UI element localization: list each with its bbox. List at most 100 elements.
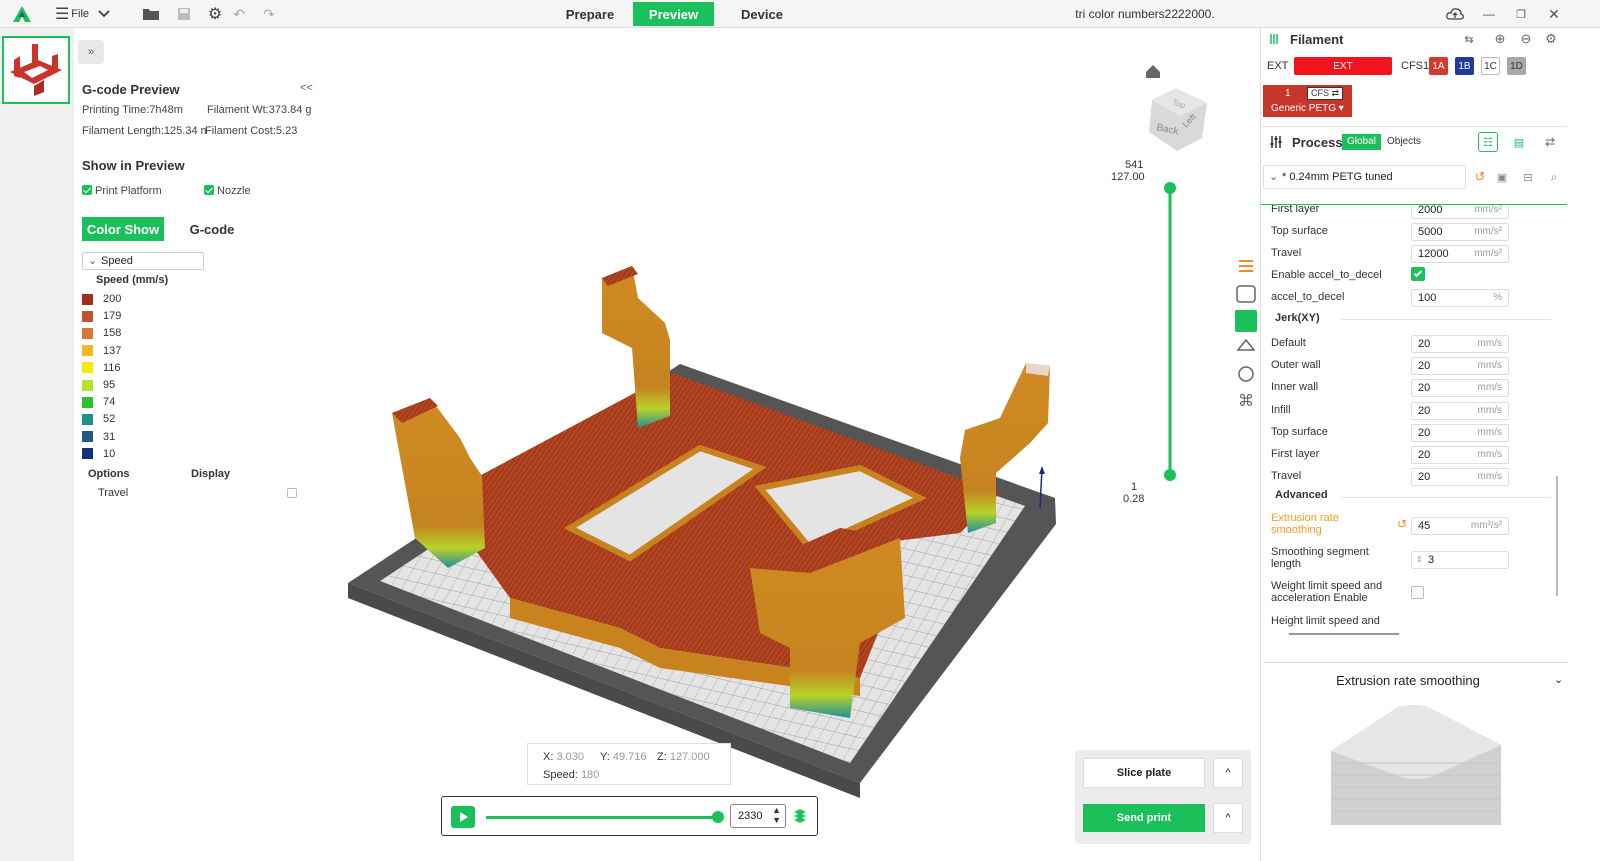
move-slider-handle[interactable] <box>712 811 724 823</box>
home-view-icon[interactable] <box>1146 65 1160 78</box>
horizontal-scrollbar[interactable] <box>1289 633 1399 635</box>
3d-preview-viewport[interactable]: 541 127.00 1 0.28 Back Left Top ⌘ <box>320 28 1260 861</box>
save-icon[interactable] <box>173 0 195 28</box>
accel-to-decel-input[interactable]: 100% <box>1411 289 1509 307</box>
slice-options-button[interactable]: ^ <box>1213 758 1243 788</box>
advanced-toggle-icon[interactable]: ☷ <box>1478 132 1498 152</box>
restore-icon[interactable]: ❐ <box>1510 0 1532 28</box>
delete-profile-icon[interactable]: ⊟ <box>1519 168 1537 186</box>
process-settings-list[interactable]: First layer 2000 mm/s² Top surface 5000 mm… <box>1261 204 1567 674</box>
jerk-setting-input[interactable]: 20 mm/s <box>1411 423 1509 442</box>
weight-limit-checkbox[interactable] <box>1411 586 1424 599</box>
tool-active-icon[interactable] <box>1235 310 1257 332</box>
add-filament-icon[interactable]: ⊕ <box>1491 31 1509 47</box>
plate-thumbnail[interactable] <box>2 36 70 104</box>
spinner-arrows-icon[interactable]: ▲ ▼ <box>772 805 781 825</box>
filament-slot-card[interactable]: 1 CFS ⇄ Generic PETG ▾ <box>1263 85 1352 117</box>
tool-assembly-icon[interactable]: ⌘ <box>1238 391 1254 410</box>
collapse-panel-button[interactable]: << <box>300 82 313 94</box>
cfs-slot-1b[interactable]: 1B <box>1455 57 1474 75</box>
swap-icon[interactable]: ⇄ <box>1541 134 1559 150</box>
ers-label-line2: smoothing <box>1271 524 1322 536</box>
tab-prepare[interactable]: Prepare <box>550 2 630 26</box>
ers-input[interactable]: 45 mm³/s² <box>1411 517 1509 535</box>
spinner-icon[interactable]: ⇕ <box>1416 552 1423 568</box>
jerk-setting-label: Infill <box>1271 403 1291 416</box>
setting-input[interactable]: 2000 mm/s² <box>1411 205 1509 219</box>
jerk-setting-input[interactable]: 20 mm/s <box>1411 446 1509 464</box>
cfs-label: CFS1 <box>1401 60 1430 72</box>
process-profile-select[interactable]: ⌄ * 0.24mm PETG tuned <box>1263 165 1466 189</box>
filament-settings-icon[interactable]: ⚙ <box>1542 31 1560 47</box>
gcode-tab[interactable]: G-code <box>182 217 242 241</box>
jerk-setting-label: Outer wall <box>1271 359 1321 372</box>
jerk-setting-input[interactable]: 20 mm/s <box>1411 468 1509 487</box>
move-number-field[interactable]: 2330 ▲ ▼ <box>730 804 786 828</box>
travel-display-checkbox[interactable] <box>287 488 297 498</box>
tab-device[interactable]: Device <box>722 2 802 26</box>
cloud-upload-icon[interactable] <box>1444 0 1466 28</box>
redo-icon[interactable]: ↷ <box>258 0 280 28</box>
smoothing-illustration <box>1331 705 1501 825</box>
save-profile-icon[interactable]: ▣ <box>1493 168 1511 186</box>
setting-value: 20 <box>1418 382 1431 395</box>
tool-grid-icon[interactable] <box>1236 285 1256 303</box>
setting-input[interactable]: 5000 mm/s² <box>1411 223 1509 241</box>
close-icon[interactable]: ✕ <box>1543 0 1565 28</box>
nozzle-checkbox[interactable]: Nozzle <box>204 185 251 197</box>
compare-icon[interactable]: ▤ <box>1510 134 1528 150</box>
jerk-setting-label: Default <box>1271 337 1306 349</box>
legend-value: 31 <box>103 430 116 443</box>
slice-plate-button[interactable]: Slice plate <box>1083 758 1205 788</box>
setting-value: 12000 <box>1418 248 1449 260</box>
setting-unit: mm/s <box>1477 426 1502 438</box>
chevron-down-icon[interactable] <box>94 0 114 28</box>
cfs-slot-1c[interactable]: 1C <box>1481 57 1500 75</box>
print-platform-checkbox[interactable]: Print Platform <box>82 185 162 197</box>
remove-filament-icon[interactable]: ⊖ <box>1517 31 1535 47</box>
layer-slider-top-handle[interactable] <box>1164 182 1176 194</box>
cfs-slot-1a[interactable]: 1A <box>1429 57 1448 75</box>
jerk-setting-input[interactable]: 20 mm/s <box>1411 357 1509 376</box>
global-tab[interactable]: Global <box>1342 134 1381 150</box>
hamburger-icon: ☰ <box>54 6 70 23</box>
jerk-setting-input[interactable]: 20 mm/s <box>1411 335 1509 353</box>
help-preview-card: Extrusion rate smoothing ⌄ <box>1263 662 1568 861</box>
open-folder-icon[interactable] <box>140 0 162 28</box>
play-button[interactable] <box>451 806 475 828</box>
send-options-button[interactable]: ^ <box>1213 803 1243 833</box>
filament-sync-icon[interactable]: ⇆ <box>1460 31 1478 47</box>
smoothing-segment-input[interactable]: ⇕ 3 <box>1411 551 1509 569</box>
ext-filament-button[interactable]: EXT <box>1294 57 1392 75</box>
chevron-down-icon[interactable]: ⌄ <box>1554 673 1563 686</box>
objects-tab[interactable]: Objects <box>1387 134 1421 150</box>
send-print-button[interactable]: Send print <box>1083 804 1205 832</box>
jerk-setting-input[interactable]: 20 mm/s <box>1411 401 1509 420</box>
settings-gear-icon[interactable]: ⚙ <box>204 0 226 28</box>
search-icon[interactable]: ⌕ <box>1545 168 1563 186</box>
setting-input[interactable]: 12000 mm/s² <box>1411 245 1509 263</box>
reset-ers-icon[interactable]: ↺ <box>1395 517 1409 531</box>
legend-value: 95 <box>103 379 116 391</box>
view-type-select[interactable]: ⌄ Speed <box>82 252 204 270</box>
reset-profile-icon[interactable]: ↺ <box>1471 168 1489 186</box>
plate-thumbnail-column <box>0 28 74 861</box>
enable-accel-checkbox[interactable] <box>1411 267 1425 281</box>
cfs-slot-1d[interactable]: 1D <box>1507 57 1526 75</box>
setting-unit: % <box>1493 292 1502 303</box>
setting-unit: mm/s <box>1477 338 1502 349</box>
expand-panel-button[interactable]: » <box>78 40 104 64</box>
layer-slider-bottom-handle[interactable] <box>1164 469 1176 481</box>
move-slider-track[interactable] <box>486 816 718 819</box>
undo-icon[interactable]: ↶ <box>228 0 250 28</box>
tool-seam-icon[interactable] <box>1238 366 1254 382</box>
minimize-icon[interactable]: — <box>1478 0 1500 28</box>
jerk-setting-input[interactable]: 20 mm/s <box>1411 379 1509 398</box>
file-menu[interactable]: ☰ File <box>52 0 92 28</box>
tool-support-icon[interactable] <box>1236 338 1256 351</box>
color-show-tab[interactable]: Color Show <box>82 217 164 241</box>
layer-stack-icon[interactable] <box>793 808 807 824</box>
vertical-scrollbar[interactable] <box>1556 476 1558 596</box>
tab-preview[interactable]: Preview <box>633 2 714 26</box>
gcode-3d-scene[interactable]: 541 127.00 1 0.28 Back Left Top ⌘ <box>320 28 1260 861</box>
